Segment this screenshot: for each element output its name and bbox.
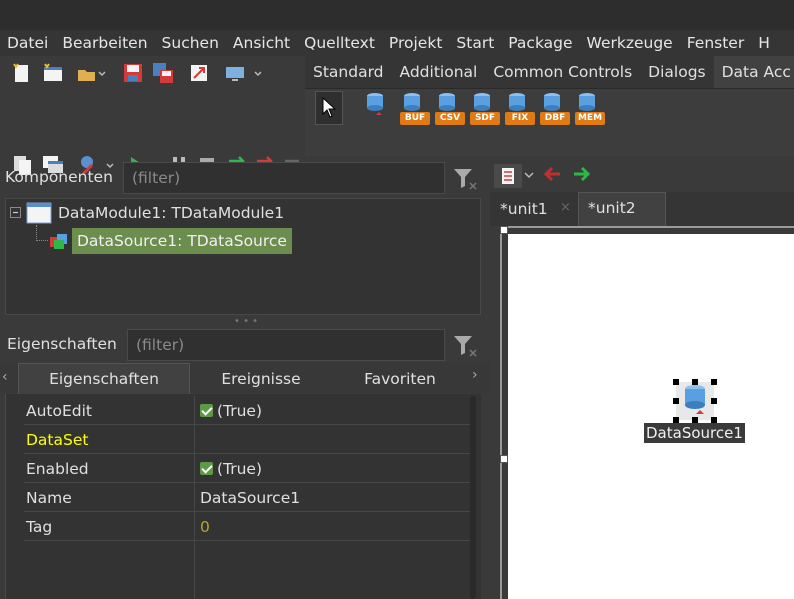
menu-werkzeuge[interactable]: Werkzeuge <box>587 34 673 52</box>
filter-icon[interactable] <box>452 166 478 192</box>
title-bar <box>0 0 794 30</box>
splitter-handle[interactable]: • • • <box>234 316 258 327</box>
menu-ansicht[interactable]: Ansicht <box>233 34 290 52</box>
tab-unit1[interactable]: *unit1 <box>500 200 548 218</box>
sdfdataset-component[interactable]: SDF <box>470 92 500 126</box>
menu-bar: Datei Bearbeiten Suchen Ansicht Quelltex… <box>0 30 794 56</box>
property-row-enabled[interactable]: Enabled (True) <box>24 454 472 483</box>
tab-additional[interactable]: Additional <box>392 56 486 88</box>
component-tag: MEM <box>575 112 605 125</box>
document-list-icon <box>502 168 514 184</box>
chevron-down-icon[interactable] <box>524 170 534 180</box>
components-label: Komponenten <box>5 168 113 186</box>
tree-line <box>36 240 48 241</box>
tab-scroll-left-icon[interactable]: ‹ <box>2 369 8 385</box>
csvdataset-component[interactable]: CSV <box>435 92 465 126</box>
new-file-icon[interactable] <box>10 62 32 84</box>
tab-common-controls[interactable]: Common Controls <box>485 56 640 88</box>
property-row-tag[interactable]: Tag 0 <box>24 512 472 541</box>
tab-ereignisse[interactable]: Ereignisse <box>190 363 332 393</box>
menu-projekt[interactable]: Projekt <box>389 34 443 52</box>
properties-filter-input[interactable]: (filter) <box>127 329 445 361</box>
menu-datei[interactable]: Datei <box>7 34 48 52</box>
tab-data-access[interactable]: Data Acc <box>713 56 794 88</box>
back-arrow-icon[interactable] <box>542 165 562 183</box>
component-tag: SDF <box>470 112 500 125</box>
tab-eigenschaften[interactable]: Eigenschaften <box>18 363 190 394</box>
memdataset-component[interactable]: MEM <box>575 92 605 126</box>
component-tree: DataModule1: TDataModule1 DataSource1: T… <box>5 198 481 315</box>
datasource-component-instance[interactable] <box>673 379 717 423</box>
close-tab-icon[interactable]: × <box>560 200 571 215</box>
datasource-icon <box>50 234 67 249</box>
tab-unit2[interactable]: *unit2 <box>578 192 666 226</box>
component-tag: CSV <box>435 112 465 125</box>
menu-quelltext[interactable]: Quelltext <box>304 34 375 52</box>
property-value[interactable]: (True) <box>200 460 262 478</box>
property-row-autoedit[interactable]: AutoEdit (True) <box>24 396 472 425</box>
design-canvas[interactable] <box>508 234 794 599</box>
toggle-form-icon[interactable] <box>188 62 210 84</box>
database-icon <box>367 93 383 115</box>
property-value[interactable]: DataSource1 <box>200 489 300 507</box>
tab-favoriten[interactable]: Favoriten <box>332 363 468 393</box>
menu-fenster[interactable]: Fenster <box>687 34 745 52</box>
fixedformat-component[interactable]: FIX <box>505 92 535 126</box>
tree-item-datasource[interactable]: DataSource1: TDataSource <box>72 228 292 254</box>
bufdataset-component[interactable]: BUF <box>400 92 430 126</box>
tab-dialogs[interactable]: Dialogs <box>640 56 713 88</box>
datasource-component[interactable] <box>363 92 393 126</box>
component-tag: FIX <box>505 112 535 125</box>
property-tabs: ‹ Eigenschaften Ereignisse Favoriten › <box>0 363 490 394</box>
component-tag: BUF <box>400 112 430 125</box>
tree-line <box>36 225 37 241</box>
property-row-dataset[interactable]: DataSet <box>24 425 472 454</box>
property-key: Name <box>26 489 72 507</box>
component-caption: DataSource1 <box>644 423 745 443</box>
open-icon[interactable] <box>76 62 106 84</box>
property-value[interactable]: 0 <box>200 518 210 536</box>
save-all-icon[interactable] <box>152 62 174 84</box>
component-tag: DBF <box>540 112 570 125</box>
palette-tabs: Standard Additional Common Controls Dial… <box>305 56 794 88</box>
checkbox-checked-icon[interactable] <box>200 462 213 475</box>
vertical-scrollbar[interactable] <box>470 396 476 599</box>
forward-arrow-icon[interactable] <box>572 165 592 183</box>
property-row-name[interactable]: Name DataSource1 <box>24 483 472 512</box>
menu-start[interactable]: Start <box>456 34 494 52</box>
dbf-component[interactable]: DBF <box>540 92 570 126</box>
menu-bearbeiten[interactable]: Bearbeiten <box>62 34 147 52</box>
list-view-button[interactable] <box>494 164 522 188</box>
property-key: Enabled <box>26 460 89 478</box>
collapse-icon[interactable] <box>10 207 22 219</box>
frame-handle[interactable] <box>500 226 508 234</box>
pointer-icon <box>322 97 337 118</box>
property-key: Tag <box>26 518 53 536</box>
palette-body: BUF CSV SDF FIX DBF MEM <box>305 88 794 156</box>
view-units-icon[interactable] <box>224 62 264 84</box>
components-filter-input[interactable]: (filter) <box>123 162 445 194</box>
properties-label: Eigenschaften <box>7 335 117 353</box>
database-icon <box>685 385 705 414</box>
main-toolbar <box>0 56 305 176</box>
checkbox-checked-icon[interactable] <box>200 404 213 417</box>
menu-help[interactable]: H <box>758 34 770 52</box>
tab-standard[interactable]: Standard <box>305 56 392 88</box>
menu-package[interactable]: Package <box>508 34 572 52</box>
tree-item-datamodule[interactable]: DataModule1: TDataModule1 <box>58 204 284 222</box>
property-grid: AutoEdit (True) DataSet Enabled (True) N… <box>5 394 481 599</box>
property-key: AutoEdit <box>26 402 93 420</box>
menu-suchen[interactable]: Suchen <box>162 34 219 52</box>
select-pointer-button[interactable] <box>315 91 343 125</box>
filter-icon[interactable] <box>452 333 478 359</box>
editor-tabs: *unit1 × *unit2 <box>490 192 794 226</box>
tab-scroll-right-icon[interactable]: › <box>472 367 478 383</box>
property-key: DataSet <box>26 431 89 449</box>
column-divider <box>194 541 195 599</box>
frame-handle[interactable] <box>500 455 508 463</box>
datamodule-icon <box>26 202 52 224</box>
save-icon[interactable] <box>122 62 144 84</box>
new-form-icon[interactable] <box>42 62 64 84</box>
property-value[interactable]: (True) <box>200 402 262 420</box>
